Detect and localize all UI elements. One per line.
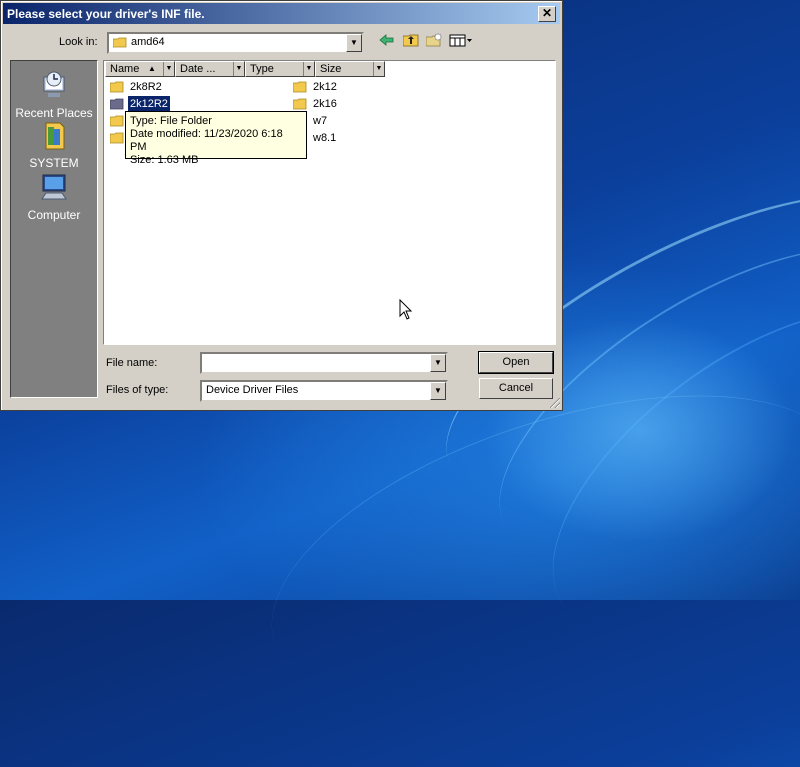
place-recent-places[interactable]: Recent Places: [11, 69, 97, 120]
file-name-label: File name:: [106, 357, 158, 369]
chevron-down-icon[interactable]: ▼: [233, 62, 244, 76]
place-label: Recent Places: [15, 106, 93, 120]
file-list[interactable]: Name ▲ ▼ Date ... ▼ Type ▼ Size ▼ 2k8R2 …: [103, 60, 556, 345]
list-item[interactable]: 2k12: [293, 79, 393, 95]
chevron-down-icon[interactable]: ▼: [303, 62, 314, 76]
chevron-down-icon[interactable]: ▼: [430, 354, 446, 372]
column-label: Type: [250, 63, 274, 75]
list-item[interactable]: 2k16: [293, 96, 393, 112]
folder-icon: [110, 98, 124, 110]
file-type-value: Device Driver Files: [206, 384, 299, 396]
tooltip-size: Size: 1.63 MB: [130, 154, 199, 166]
column-header-type[interactable]: Type ▼: [245, 61, 315, 77]
select-inf-dialog: Please select your driver's INF file. ✕ …: [0, 0, 563, 411]
views-menu-icon[interactable]: [448, 33, 474, 51]
tooltip-date: Date modified: 11/23/2020 6:18 PM: [130, 128, 283, 153]
column-header-date[interactable]: Date ... ▼: [175, 61, 245, 77]
chevron-down-icon[interactable]: ▼: [163, 62, 174, 76]
folder-tooltip: Type: File Folder Date modified: 11/23/2…: [125, 111, 307, 166]
file-name-input[interactable]: ▼: [200, 352, 448, 374]
up-folder-icon[interactable]: [401, 33, 421, 51]
folder-icon: [110, 115, 124, 127]
file-name: 2k16: [313, 98, 337, 110]
new-folder-icon[interactable]: [424, 32, 444, 51]
user-folder-icon: [45, 122, 65, 150]
sort-up-icon: ▲: [148, 64, 156, 73]
computer-icon: [41, 174, 67, 200]
folder-icon: [110, 81, 124, 93]
look-in-dropdown[interactable]: amd64 ▼: [107, 32, 364, 54]
close-button[interactable]: ✕: [538, 6, 556, 22]
chevron-down-icon[interactable]: ▼: [430, 382, 446, 400]
resize-grip[interactable]: [550, 398, 560, 408]
list-item[interactable]: w8.1: [293, 130, 393, 146]
file-name: w8.1: [313, 132, 337, 144]
file-type-label: Files of type:: [106, 384, 169, 396]
list-item[interactable]: 2k8R2: [110, 79, 280, 95]
file-name: 2k12: [313, 81, 337, 93]
tooltip-type: Type: File Folder: [130, 115, 212, 127]
chevron-down-icon[interactable]: ▼: [346, 34, 362, 52]
folder-icon: [110, 132, 124, 144]
title-bar[interactable]: Please select your driver's INF file. ✕: [3, 3, 560, 24]
dialog-title: Please select your driver's INF file.: [7, 7, 205, 21]
list-item[interactable]: w7: [293, 113, 393, 129]
recent-places-icon: [43, 71, 65, 97]
chevron-down-icon[interactable]: ▼: [373, 62, 384, 76]
folder-icon: [113, 37, 127, 48]
folder-icon: [293, 98, 307, 110]
back-arrow-icon[interactable]: [377, 33, 397, 51]
place-label: SYSTEM: [29, 156, 79, 170]
column-header-name[interactable]: Name ▲ ▼: [105, 61, 175, 77]
mouse-pointer-icon: [399, 299, 413, 320]
look-in-value: amd64: [131, 36, 165, 48]
column-label: Name: [110, 63, 140, 75]
file-name: w7: [313, 115, 328, 127]
place-system[interactable]: SYSTEM: [11, 119, 97, 170]
column-header-size[interactable]: Size ▼: [315, 61, 385, 77]
open-button[interactable]: Open: [478, 351, 554, 374]
cancel-button[interactable]: Cancel: [479, 378, 553, 399]
places-bar: Recent Places SYSTEM Computer: [10, 60, 98, 398]
place-computer[interactable]: Computer: [11, 171, 97, 222]
column-label: Date ...: [180, 63, 216, 75]
file-name: 2k12R2: [127, 95, 171, 113]
column-label: Size: [320, 63, 342, 75]
folder-icon: [293, 81, 307, 93]
place-label: Computer: [27, 208, 81, 222]
file-type-dropdown[interactable]: Device Driver Files ▼: [200, 380, 448, 402]
look-in-label: Look in:: [59, 36, 98, 48]
list-item[interactable]: 2k12R2: [110, 95, 295, 113]
file-name: 2k8R2: [130, 81, 162, 93]
